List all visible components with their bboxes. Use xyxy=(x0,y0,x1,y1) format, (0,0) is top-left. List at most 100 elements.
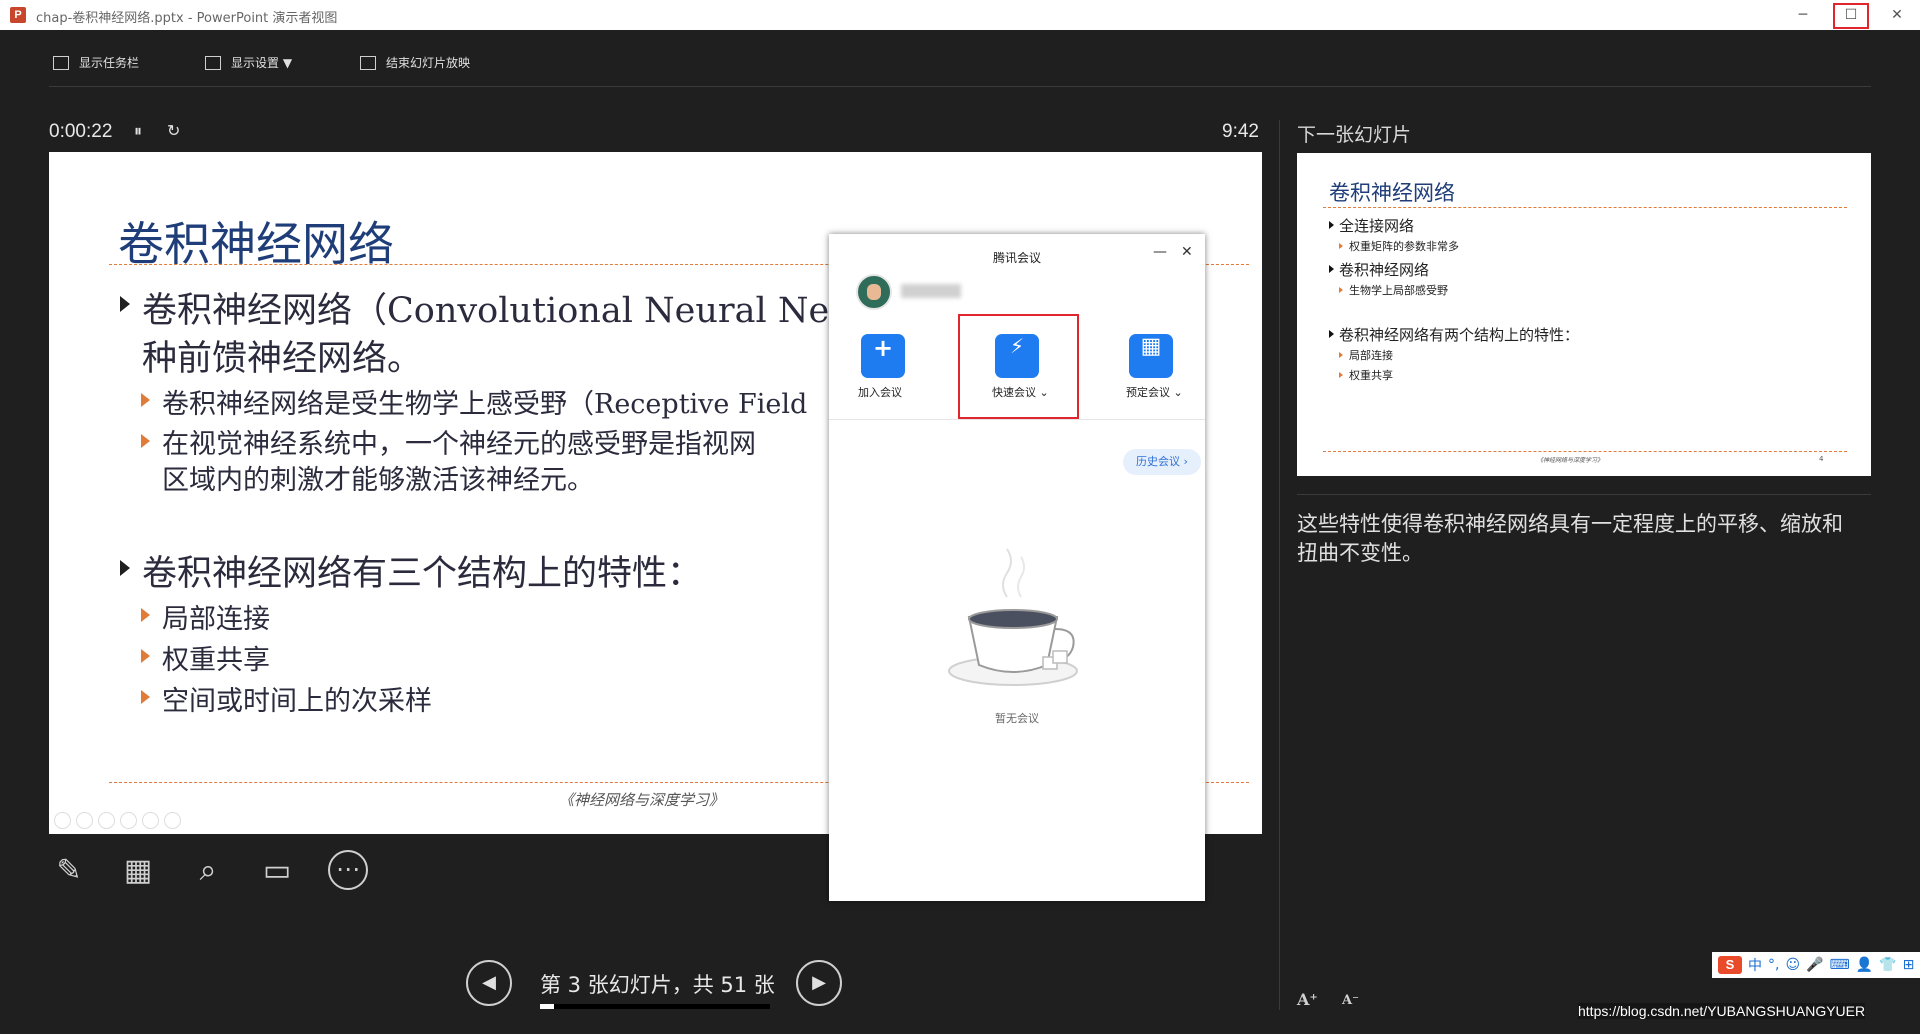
next-bullet-text: 全连接网络 xyxy=(1339,217,1415,235)
current-time: 9:42 xyxy=(1222,121,1259,142)
display-settings-label: 显示设置 ▼ xyxy=(231,56,293,70)
punctuation-icon[interactable]: °, xyxy=(1768,957,1779,973)
mini-prev-icon[interactable] xyxy=(54,812,71,829)
user-icon[interactable]: 👤 xyxy=(1856,957,1873,973)
bullet-text: 种前馈神经网络。 xyxy=(142,339,423,379)
slide-progress-bar xyxy=(540,1004,770,1009)
join-meeting-icon[interactable]: + xyxy=(861,334,905,378)
show-taskbar-button[interactable]: 显示任务栏 xyxy=(53,54,139,71)
sub-bullet-arrow-icon xyxy=(1339,243,1343,249)
elapsed-timer: 0:00:22 xyxy=(49,121,113,142)
sub-bullet-arrow-icon xyxy=(141,393,150,407)
next-footer-line xyxy=(1323,451,1847,452)
user-name-blurred xyxy=(901,284,961,298)
notes-divider xyxy=(1297,494,1871,495)
powerpoint-app-icon: P xyxy=(10,7,26,23)
emoji-icon[interactable]: ☺ xyxy=(1785,957,1800,973)
sub-bullet-arrow-icon xyxy=(1339,372,1343,378)
next-slide-footer: 《神经网络与深度学习》 xyxy=(1537,457,1604,464)
mini-zoom-icon[interactable] xyxy=(142,812,159,829)
no-meetings-text: 暂无会议 xyxy=(995,712,1039,725)
black-screen-icon[interactable]: ▭ xyxy=(256,850,298,892)
sub-bullet-arrow-icon xyxy=(141,690,150,704)
window-title-bar: P chap-卷积神经网络.pptx - PowerPoint 演示者视图 ─ … xyxy=(0,0,1920,30)
next-sub-bullet-text: 生物学上局部感受野 xyxy=(1349,284,1448,297)
toolbar-divider xyxy=(49,86,1871,87)
next-slide-label: 下一张幻灯片 xyxy=(1297,124,1412,146)
schedule-meeting-icon[interactable]: ▦ xyxy=(1129,334,1173,378)
quick-meeting-highlight-box xyxy=(958,314,1079,419)
next-title-underline xyxy=(1323,207,1847,208)
mini-grid-icon[interactable] xyxy=(120,812,137,829)
show-taskbar-label: 显示任务栏 xyxy=(79,56,140,70)
join-meeting-label[interactable]: 加入会议 xyxy=(858,384,902,400)
zoom-icon[interactable]: ⌕ xyxy=(187,850,229,892)
watermark-url: https://blog.csdn.net/YUBANGSHUANGYUER xyxy=(1578,1003,1866,1019)
bullet-text: 卷积神经网络（Convolutional Neural Net xyxy=(142,291,844,331)
tencent-meeting-window: 腾讯会议 — ✕ + 加入会议 ⚡ 快速会议 ⌄ ▦ 预定会议 ⌄ 历史会议 ›… xyxy=(829,234,1205,901)
sub-bullet-text: 在视觉神经系统中，一个神经元的感受野是指视网 xyxy=(162,429,756,460)
bullet-arrow-icon xyxy=(120,560,130,576)
sub-bullet-text: 区域内的刺激才能够激活该神经元。 xyxy=(162,465,594,496)
view-all-slides-icon[interactable]: ▦ xyxy=(117,850,159,892)
avatar-face xyxy=(867,284,881,300)
microphone-icon[interactable]: 🎤 xyxy=(1806,957,1823,973)
sub-bullet-arrow-icon xyxy=(1339,287,1343,293)
previous-slide-button[interactable]: ◀ xyxy=(466,960,512,1006)
meeting-divider xyxy=(829,419,1205,420)
next-slide-button[interactable]: ▶ xyxy=(796,960,842,1006)
history-meetings-button[interactable]: 历史会议 › xyxy=(1123,449,1201,475)
sub-bullet-arrow-icon xyxy=(141,608,150,622)
mini-next-icon[interactable] xyxy=(76,812,93,829)
next-sub-bullet-text: 权重共享 xyxy=(1349,369,1393,382)
toolbox-icon[interactable]: ⊞ xyxy=(1903,957,1915,973)
mini-pen-icon[interactable] xyxy=(98,812,115,829)
pane-divider xyxy=(1279,120,1280,1010)
sogou-logo-icon[interactable]: S xyxy=(1718,956,1742,974)
sub-bullet-text: 局部连接 xyxy=(162,604,270,635)
sub-bullet-text: 卷积神经网络是受生物学上感受野（Receptive Field xyxy=(162,389,808,420)
next-slide-title: 卷积神经网络 xyxy=(1329,181,1455,205)
meeting-minimize-button[interactable]: — xyxy=(1153,244,1167,260)
display-settings-icon xyxy=(205,55,221,70)
taskbar-icon xyxy=(53,55,69,70)
keyboard-icon[interactable]: ⌨ xyxy=(1830,957,1850,973)
sub-bullet-arrow-icon xyxy=(141,434,150,448)
slide-progress-fill xyxy=(540,1004,554,1009)
increase-font-button[interactable]: A⁺ xyxy=(1297,990,1318,1009)
empty-coffee-cup-icon xyxy=(948,548,1078,686)
end-slideshow-icon xyxy=(360,55,376,70)
next-bullet-text: 卷积神经网络有两个结构上的特性： xyxy=(1339,326,1580,344)
close-button[interactable]: ✕ xyxy=(1874,0,1920,30)
slide-footer: 《神经网络与深度学习》 xyxy=(559,791,725,809)
pen-tool-icon[interactable]: ✎ xyxy=(48,850,90,892)
ime-language-toggle[interactable]: 中 xyxy=(1748,955,1762,975)
bullet-arrow-icon xyxy=(1329,265,1334,273)
pause-timer-button[interactable]: ⏸ xyxy=(134,121,142,141)
next-slide-page-number: 4 xyxy=(1819,455,1824,463)
next-slide-preview[interactable]: 卷积神经网络 全连接网络 权重矩阵的参数非常多 卷积神经网络 生物学上局部感受野… xyxy=(1297,153,1871,476)
end-slideshow-button[interactable]: 结束幻灯片放映 xyxy=(360,54,470,71)
sub-bullet-text: 权重共享 xyxy=(162,645,270,676)
speaker-notes[interactable]: 这些特性使得卷积神经网络具有一定程度上的平移、缩放和扭曲不变性。 xyxy=(1297,510,1857,568)
window-title: chap-卷积神经网络.pptx - PowerPoint 演示者视图 xyxy=(36,11,338,26)
next-sub-bullet-text: 局部连接 xyxy=(1349,349,1393,362)
mini-more-icon[interactable] xyxy=(164,812,181,829)
meeting-window-title: 腾讯会议 xyxy=(992,251,1041,265)
schedule-meeting-label[interactable]: 预定会议 ⌄ xyxy=(1126,384,1183,400)
more-options-icon[interactable]: ⋯ xyxy=(328,850,368,890)
meeting-close-button[interactable]: ✕ xyxy=(1181,244,1193,260)
maximize-highlight-box xyxy=(1833,3,1869,29)
slide-mini-toolbar xyxy=(54,812,181,829)
sub-bullet-arrow-icon xyxy=(1339,352,1343,358)
bullet-arrow-icon xyxy=(1329,221,1334,229)
display-settings-button[interactable]: 显示设置 ▼ xyxy=(205,54,292,71)
ime-toolbar: S 中 °, ☺ 🎤 ⌨ 👤 👕 ⊞ xyxy=(1712,952,1920,978)
user-avatar[interactable] xyxy=(856,274,892,310)
minimize-button[interactable]: ─ xyxy=(1780,0,1826,30)
sub-bullet-arrow-icon xyxy=(141,649,150,663)
skin-icon[interactable]: 👕 xyxy=(1879,957,1896,973)
next-sub-bullet-text: 权重矩阵的参数非常多 xyxy=(1349,240,1459,253)
reset-timer-button[interactable]: ↻ xyxy=(167,121,180,140)
decrease-font-button[interactable]: A⁻ xyxy=(1342,993,1359,1008)
